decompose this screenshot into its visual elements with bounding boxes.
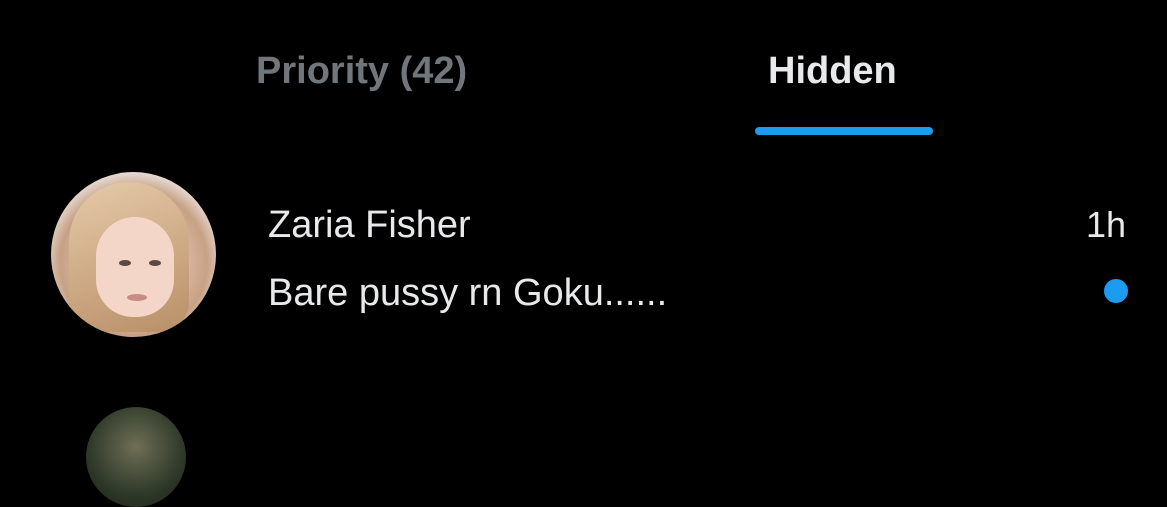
timestamp: 1h (1085, 204, 1126, 245)
avatar-eye-right (149, 260, 161, 266)
avatar-mouth (127, 294, 147, 301)
tab-priority[interactable]: Priority (42) (256, 48, 467, 94)
unread-indicator (1104, 279, 1128, 303)
avatar-eye-left (119, 260, 131, 266)
avatar[interactable] (51, 172, 216, 337)
message-preview: Bare pussy rn Goku...... (268, 272, 668, 314)
avatar[interactable] (86, 407, 186, 507)
conversation-name: Zaria Fisher (268, 204, 471, 246)
avatar-face (96, 217, 174, 317)
active-tab-indicator (755, 127, 933, 135)
tab-hidden[interactable]: Hidden (768, 48, 897, 94)
